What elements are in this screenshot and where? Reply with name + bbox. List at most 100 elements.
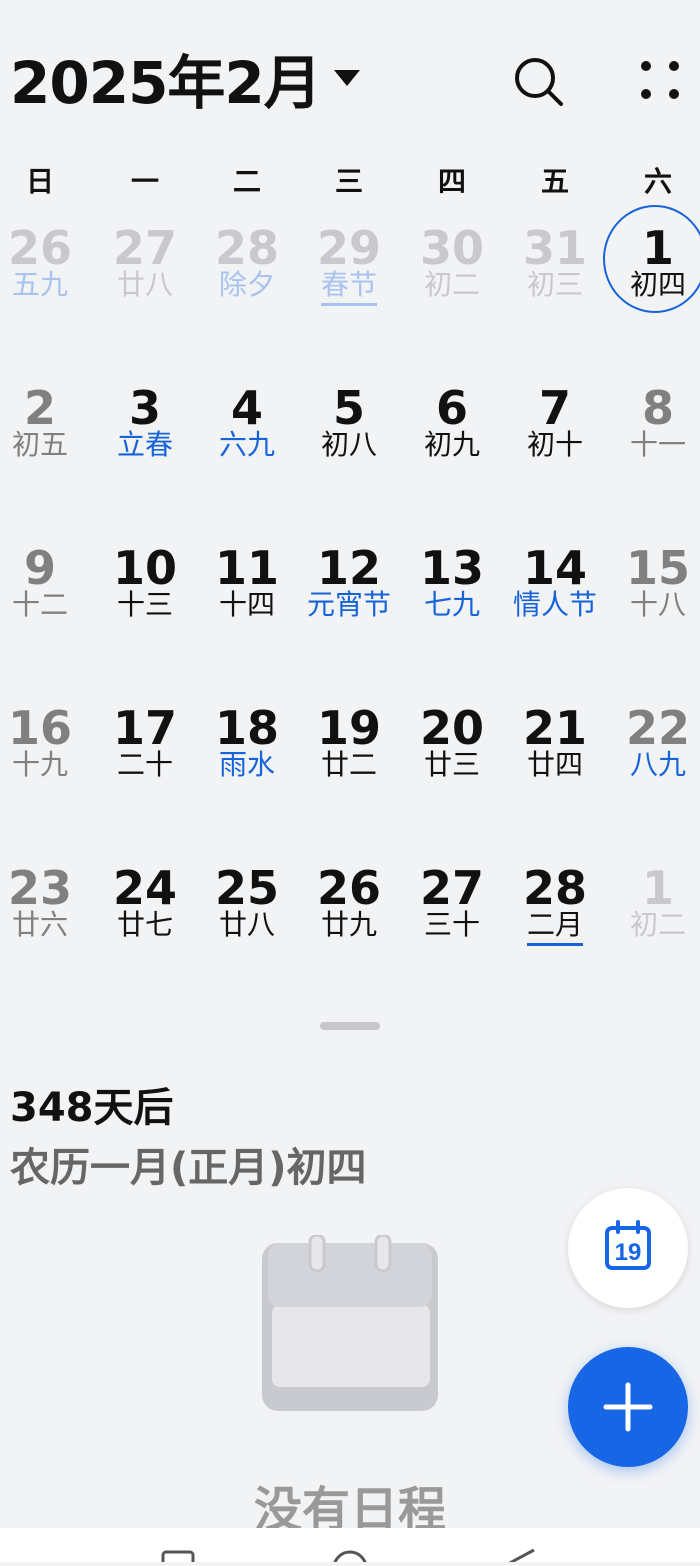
search-icon[interactable] [508, 52, 568, 112]
home-icon[interactable] [332, 1550, 368, 1566]
day-cell[interactable]: 23 廿六 [0, 845, 90, 975]
day-number: 16 [7, 701, 72, 755]
day-cell[interactable]: 13 七九 [402, 525, 502, 655]
day-cell[interactable]: 22 八九 [608, 685, 700, 815]
day-number: 20 [419, 701, 484, 755]
day-cell[interactable]: 7 初十 [505, 365, 605, 495]
today-button[interactable]: 19 [568, 1188, 688, 1308]
day-countdown: 348天后 [10, 1085, 174, 1131]
day-cell[interactable]: 27 三十 [402, 845, 502, 975]
day-cell[interactable]: 27 廿八 [95, 205, 195, 335]
lunar-label: 初五 [11, 428, 68, 461]
lunar-label: 春节 [320, 268, 377, 301]
day-cell[interactable]: 31 初三 [505, 205, 605, 335]
day-number: 4 [230, 381, 263, 435]
day-cell[interactable]: 17 二十 [95, 685, 195, 815]
lunar-label: 廿四 [526, 748, 583, 781]
day-number: 26 [7, 221, 72, 275]
caret-down-icon[interactable] [334, 70, 360, 86]
day-number: 18 [214, 701, 279, 755]
day-cell[interactable]: 9 十二 [0, 525, 90, 655]
day-number: 7 [538, 381, 571, 435]
lunar-label: 除夕 [218, 268, 275, 301]
day-number: 26 [316, 861, 381, 915]
day-number: 23 [7, 861, 72, 915]
weekday-label: 六 [643, 165, 672, 198]
lunar-label: 初八 [320, 428, 377, 461]
add-event-button[interactable] [568, 1347, 688, 1467]
lunar-label: 元宵节 [306, 588, 391, 621]
weekday-label: 一 [130, 165, 159, 198]
weekday-label: 五 [540, 165, 569, 198]
drag-handle[interactable] [320, 1022, 380, 1030]
day-cell[interactable]: 29 春节 [299, 205, 399, 335]
plus-icon [603, 1382, 653, 1432]
day-cell[interactable]: 6 初九 [402, 365, 502, 495]
empty-calendar-icon [262, 1235, 438, 1411]
day-number: 1 [641, 861, 674, 915]
day-cell[interactable]: 8 十一 [608, 365, 700, 495]
day-number: 3 [128, 381, 161, 435]
day-cell[interactable]: 11 十四 [197, 525, 297, 655]
lunar-label: 立春 [116, 428, 173, 461]
day-number: 15 [625, 541, 690, 595]
day-number: 21 [522, 701, 587, 755]
day-cell[interactable]: 12 元宵节 [299, 525, 399, 655]
lunar-label: 十四 [218, 588, 275, 621]
lunar-label: 廿六 [11, 908, 68, 941]
day-cell[interactable]: 26 五九 [0, 205, 90, 335]
more-options-icon[interactable] [630, 52, 690, 112]
lunar-date: 农历一月(正月)初四 [10, 1145, 367, 1191]
lunar-label: 雨水 [218, 748, 275, 781]
day-cell[interactable]: 2 初五 [0, 365, 90, 495]
day-cell[interactable]: 21 廿四 [505, 685, 605, 815]
day-cell[interactable]: 10 十三 [95, 525, 195, 655]
day-number: 25 [214, 861, 279, 915]
day-number: 24 [112, 861, 177, 915]
day-cell[interactable]: 16 十九 [0, 685, 90, 815]
day-number: 27 [419, 861, 484, 915]
day-number: 9 [23, 541, 56, 595]
day-cell[interactable]: 14 情人节 [505, 525, 605, 655]
day-number: 17 [112, 701, 177, 755]
lunar-label: 七九 [423, 588, 480, 621]
day-cell[interactable]: 19 廿二 [299, 685, 399, 815]
lunar-label: 廿八 [116, 268, 173, 301]
day-cell[interactable]: 26 廿九 [299, 845, 399, 975]
day-cell[interactable]: 5 初八 [299, 365, 399, 495]
day-number: 19 [316, 701, 381, 755]
day-cell[interactable]: 20 廿三 [402, 685, 502, 815]
back-icon[interactable] [504, 1548, 535, 1566]
day-cell[interactable]: 25 廿八 [197, 845, 297, 975]
month-title[interactable]: 2025年2月 [10, 48, 322, 118]
weekday-label: 三 [334, 165, 363, 198]
lunar-label: 十二 [11, 588, 68, 621]
lunar-label: 二月 [526, 908, 583, 941]
day-cell[interactable]: 18 雨水 [197, 685, 297, 815]
day-number: 28 [522, 861, 587, 915]
weekday-label: 四 [437, 165, 466, 198]
day-cell[interactable]: 30 初二 [402, 205, 502, 335]
lunar-label: 十九 [11, 748, 68, 781]
day-cell[interactable]: 15 十八 [608, 525, 700, 655]
day-cell[interactable]: 28 除夕 [197, 205, 297, 335]
day-number: 30 [419, 221, 484, 275]
calendar-today-icon: 19 [605, 1220, 651, 1270]
today-indicator [603, 205, 700, 313]
day-cell[interactable]: 1 初二 [608, 845, 700, 975]
lunar-label: 廿三 [423, 748, 480, 781]
lunar-label: 五九 [11, 268, 68, 301]
day-cell[interactable]: 28 二月 [505, 845, 605, 975]
system-navigation-bar [0, 1528, 700, 1566]
day-cell[interactable]: 24 廿七 [95, 845, 195, 975]
day-cell[interactable]: 3 立春 [95, 365, 195, 495]
lunar-label: 廿八 [218, 908, 275, 941]
day-cell[interactable]: 4 六九 [197, 365, 297, 495]
lunar-label: 十一 [629, 428, 686, 461]
lunar-label: 十八 [629, 588, 686, 621]
day-number: 14 [522, 541, 587, 595]
lunar-label: 十三 [116, 588, 173, 621]
recent-apps-icon[interactable] [161, 1550, 195, 1566]
day-number: 11 [214, 541, 279, 595]
day-number: 13 [419, 541, 484, 595]
